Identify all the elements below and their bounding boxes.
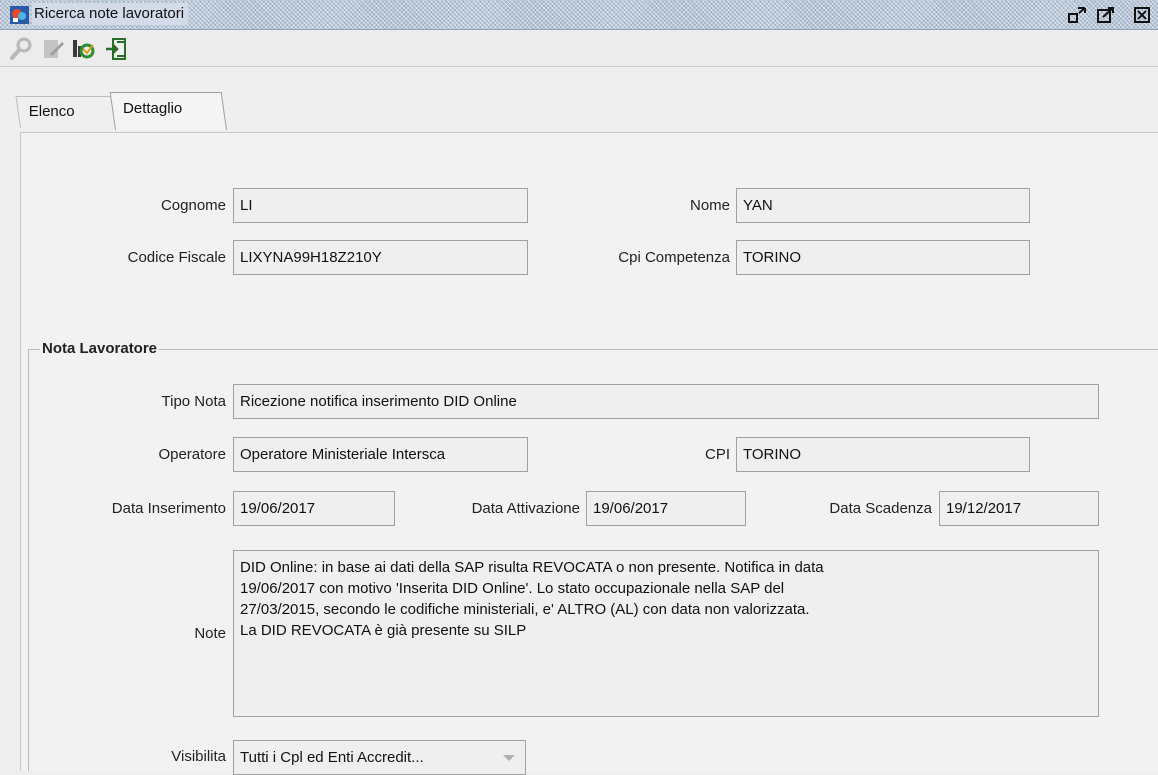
note-textarea[interactable]: DID Online: in base ai dati della SAP ri… xyxy=(233,550,1099,717)
cognome-label: Cognome xyxy=(160,197,226,214)
cpi-field[interactable]: TORINO xyxy=(736,437,1030,472)
edit-icon[interactable] xyxy=(40,36,66,62)
data-attivazione-field[interactable]: 19/06/2017 xyxy=(586,491,746,526)
codice-fiscale-label: Codice Fiscale xyxy=(127,249,226,266)
tab-dettaglio-label: Dettaglio xyxy=(123,100,183,117)
note-label: Note xyxy=(194,625,226,642)
visibilita-label: Visibilita xyxy=(171,748,226,765)
search-icon[interactable] xyxy=(8,36,34,62)
tipo-nota-field[interactable]: Ricezione notifica inserimento DID Onlin… xyxy=(233,384,1099,419)
data-attivazione-label: Data Attivazione xyxy=(471,500,580,517)
note-line: 27/03/2015, secondo le codifiche ministe… xyxy=(240,601,810,618)
tab-dettaglio[interactable]: Dettaglio xyxy=(109,92,227,130)
cpi-competenza-field[interactable]: TORINO xyxy=(736,240,1030,275)
operatore-label: Operatore xyxy=(158,446,226,463)
toolbar xyxy=(0,31,1158,67)
data-scadenza-field[interactable]: 19/12/2017 xyxy=(939,491,1099,526)
exit-icon[interactable] xyxy=(103,36,129,62)
close-icon[interactable] xyxy=(1132,5,1154,25)
chevron-down-icon[interactable] xyxy=(503,755,515,761)
data-scadenza-label: Data Scadenza xyxy=(829,500,932,517)
nome-label: Nome xyxy=(689,197,730,214)
note-line: La DID REVOCATA è già presente su SILP xyxy=(240,622,527,639)
tab-elenco-label: Elenco xyxy=(28,103,75,120)
cpi-competenza-label: Cpi Competenza xyxy=(618,249,730,266)
note-line: DID Online: in base ai dati della SAP ri… xyxy=(240,559,824,576)
window-titlebar: Ricerca note lavoratori xyxy=(0,0,1158,30)
cpi-label: CPI xyxy=(704,446,730,463)
maximize-icon[interactable] xyxy=(1095,5,1117,25)
app-icon xyxy=(10,6,29,24)
note-line: 19/06/2017 con motivo 'Inserita DID Onli… xyxy=(240,580,785,597)
restore-icon[interactable] xyxy=(1066,5,1088,25)
window-title: Ricerca note lavoratori xyxy=(32,3,189,25)
data-inserimento-label: Data Inserimento xyxy=(111,500,226,517)
visibilita-value: Tutti i Cpl ed Enti Accredit... xyxy=(240,749,424,766)
operatore-field[interactable]: Operatore Ministeriale Intersca xyxy=(233,437,528,472)
data-inserimento-field[interactable]: 19/06/2017 xyxy=(233,491,395,526)
tab-elenco[interactable]: Elenco xyxy=(15,96,118,128)
nota-lavoratore-title: Nota Lavoratore xyxy=(40,338,160,360)
nome-field[interactable]: YAN xyxy=(736,188,1030,223)
visibilita-select[interactable]: Tutti i Cpl ed Enti Accredit... xyxy=(233,740,526,775)
codice-fiscale-field[interactable]: LIXYNA99H18Z210Y xyxy=(233,240,528,275)
info-icon[interactable] xyxy=(70,36,96,62)
tipo-nota-label: Tipo Nota xyxy=(161,393,226,410)
tab-strip: Elenco Dettaglio xyxy=(0,92,1158,132)
cognome-field[interactable]: LI xyxy=(233,188,528,223)
